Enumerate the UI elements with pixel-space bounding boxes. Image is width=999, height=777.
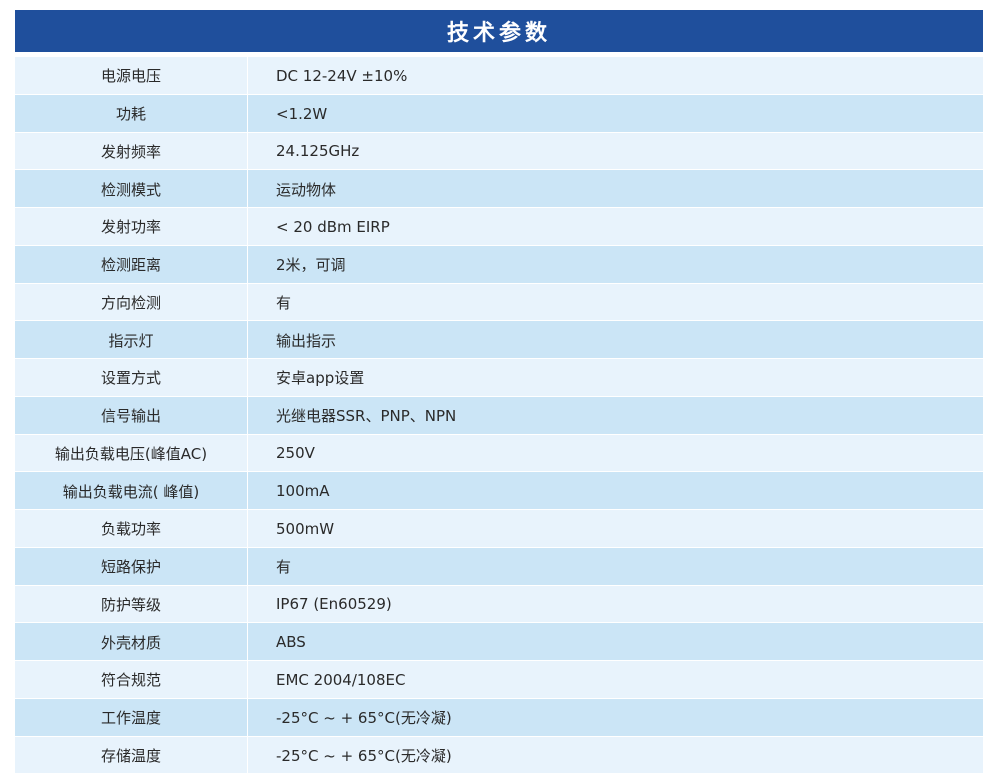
spec-label: 外壳材质 xyxy=(15,623,248,661)
table-row: 存储温度 -25°C ~ + 65°C(无冷凝) xyxy=(15,736,983,775)
spec-label: 输出负载电压(峰值AC) xyxy=(15,434,248,473)
table-row: 发射功率 < 20 dBm EIRP xyxy=(15,208,983,246)
spec-label: 符合规范 xyxy=(15,661,248,699)
spec-value: 输出指示 xyxy=(276,331,337,350)
table-row: 工作温度 -25°C ~ + 65°C(无冷凝) xyxy=(15,698,983,737)
spec-value: 500mW xyxy=(276,519,335,538)
spec-label: 检测距离 xyxy=(15,245,248,284)
spec-label: 方向检测 xyxy=(15,283,248,322)
spec-label: 发射频率 xyxy=(15,132,248,171)
table-row: 功耗 <1.2W xyxy=(15,94,983,133)
table-row: 防护等级 IP67 (En60529) xyxy=(15,585,983,624)
spec-label: 检测模式 xyxy=(15,170,248,208)
spec-value: DC 12-24V ±10% xyxy=(276,66,408,85)
spec-label: 防护等级 xyxy=(15,585,248,624)
spec-value: < 20 dBm EIRP xyxy=(276,217,390,236)
table-row: 发射频率 24.125GHz xyxy=(15,132,983,171)
table-row: 输出负载电流( 峰值) 100mA xyxy=(15,472,983,510)
spec-value: -25°C ~ + 65°C(无冷凝) xyxy=(276,709,452,728)
spec-label: 负载功率 xyxy=(15,510,248,548)
table-row: 电源电压 DC 12-24V ±10% xyxy=(15,57,983,95)
spec-value: 100mA xyxy=(276,482,330,501)
spec-value: 有 xyxy=(276,293,292,312)
spec-label: 输出负载电流( 峰值) xyxy=(15,472,248,510)
spec-table: 技术参数 电源电压 DC 12-24V ±10% 功耗 <1.2W 发射频率 2… xyxy=(15,10,983,775)
table-row: 指示灯 输出指示 xyxy=(15,321,983,359)
table-row: 负载功率 500mW xyxy=(15,510,983,548)
spec-value: 24.125GHz xyxy=(276,142,360,161)
spec-value: 有 xyxy=(276,558,292,577)
spec-value: 安卓app设置 xyxy=(276,369,365,388)
spec-label: 信号输出 xyxy=(15,396,248,435)
table-row: 信号输出 光继电器SSR、PNP、NPN xyxy=(15,396,983,435)
spec-value: 光继电器SSR、PNP、NPN xyxy=(276,407,457,426)
spec-label: 功耗 xyxy=(15,94,248,133)
spec-label: 电源电压 xyxy=(15,57,248,95)
spec-rows: 电源电压 DC 12-24V ±10% 功耗 <1.2W 发射频率 24.125… xyxy=(15,57,983,775)
spec-label: 存储温度 xyxy=(15,736,248,775)
table-row: 设置方式 安卓app设置 xyxy=(15,359,983,397)
table-row: 短路保护 有 xyxy=(15,547,983,586)
spec-label: 短路保护 xyxy=(15,547,248,586)
table-title: 技术参数 xyxy=(15,10,983,52)
spec-value: -25°C ~ + 65°C(无冷凝) xyxy=(276,746,452,765)
table-row: 检测模式 运动物体 xyxy=(15,170,983,208)
spec-value: <1.2W xyxy=(276,104,328,123)
spec-label: 发射功率 xyxy=(15,208,248,246)
table-row: 外壳材质 ABS xyxy=(15,623,983,661)
table-row: 输出负载电压(峰值AC) 250V xyxy=(15,434,983,473)
spec-value: EMC 2004/108EC xyxy=(276,670,406,689)
spec-value: ABS xyxy=(276,633,306,652)
spec-value: IP67 (En60529) xyxy=(276,595,392,614)
spec-label: 指示灯 xyxy=(15,321,248,359)
spec-value: 250V xyxy=(276,444,315,463)
spec-label: 工作温度 xyxy=(15,698,248,737)
spec-label: 设置方式 xyxy=(15,359,248,397)
table-row: 符合规范 EMC 2004/108EC xyxy=(15,661,983,699)
spec-value: 运动物体 xyxy=(276,180,337,199)
spec-value: 2米，可调 xyxy=(276,256,346,275)
table-row: 检测距离 2米，可调 xyxy=(15,245,983,284)
table-row: 方向检测 有 xyxy=(15,283,983,322)
